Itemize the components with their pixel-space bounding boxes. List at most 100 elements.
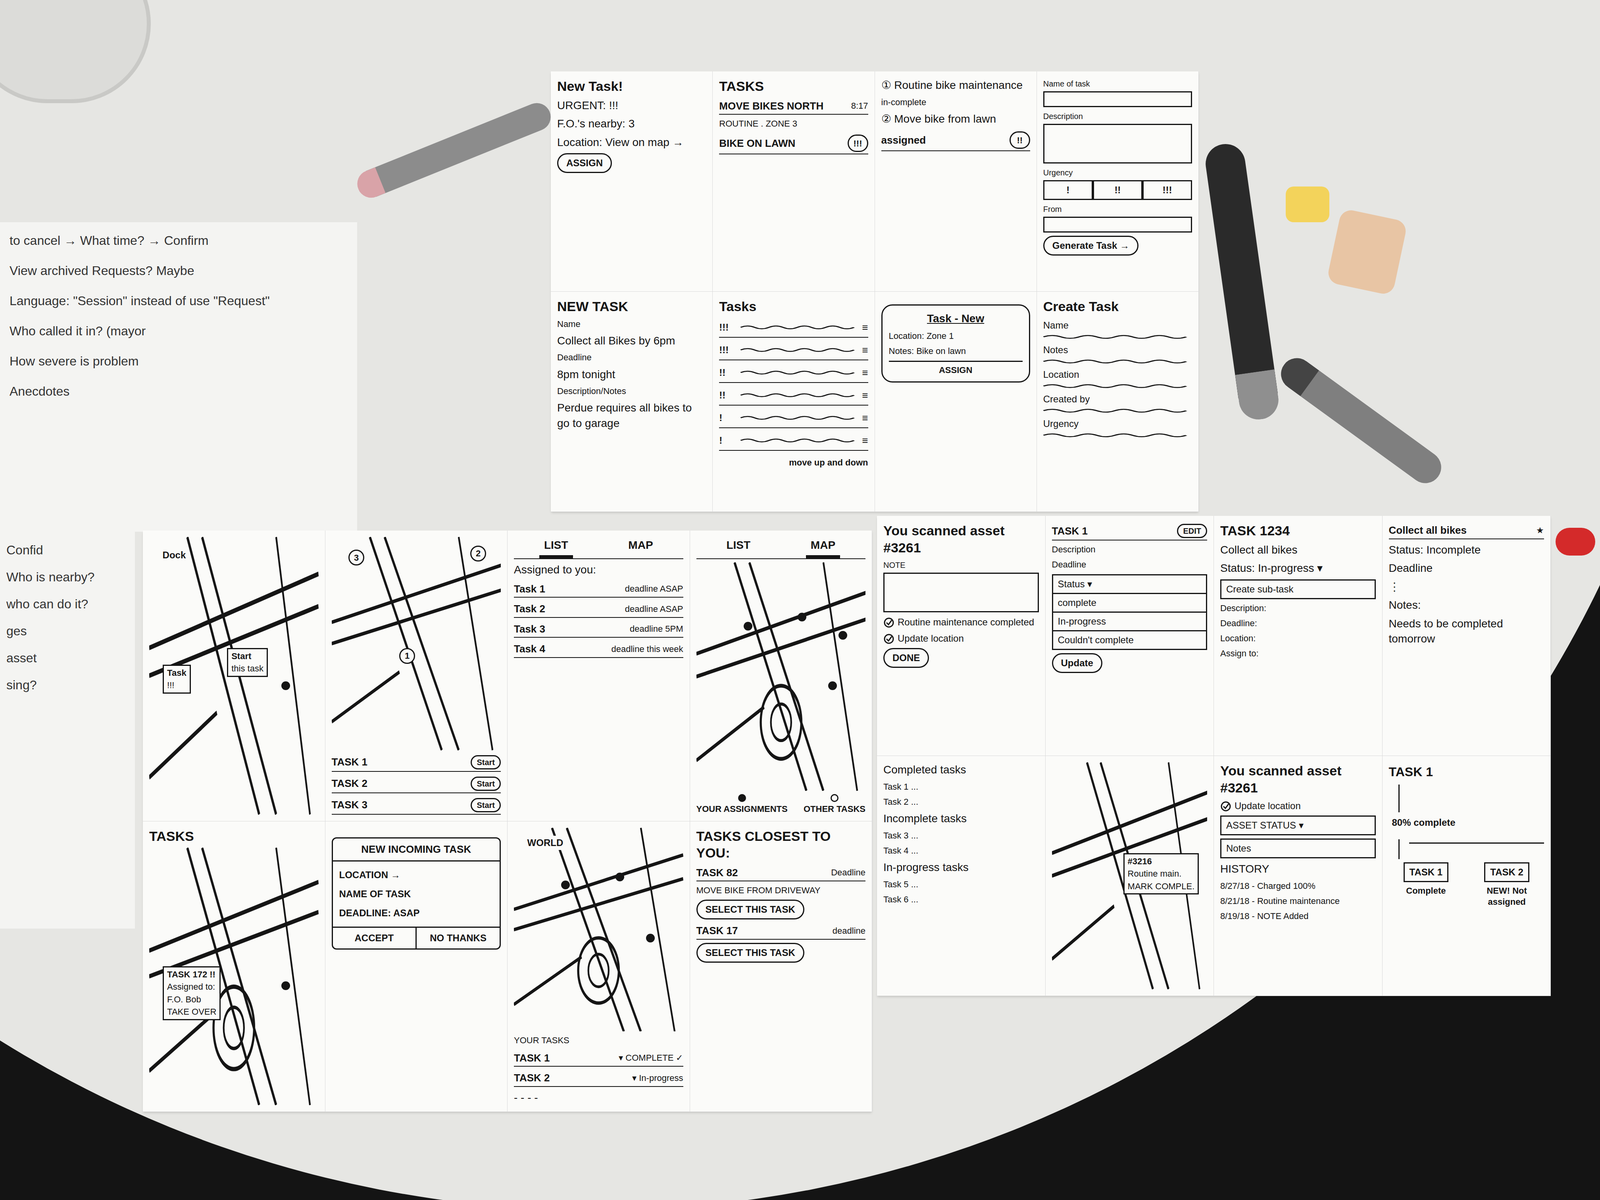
map-dot[interactable] [281,981,291,991]
list-row[interactable]: TASK 17deadline [696,922,866,940]
task-row[interactable]: !!≡ [719,363,868,383]
urgency-option[interactable]: ! [1043,180,1093,200]
tab[interactable]: MAP [623,536,658,559]
map[interactable]: 3 2 1 [331,536,502,751]
list-row[interactable]: TASK 2Start [331,775,502,794]
list-row[interactable]: Task 3deadline 5PM [513,621,684,639]
drag-handle[interactable]: ≡ [861,387,868,404]
form-line[interactable]: Location [1043,367,1193,389]
card-button[interactable]: ASSIGN [888,360,1023,377]
list-row[interactable]: TASK 1▾ COMPLETE ✓ [513,1050,684,1068]
task-row[interactable]: !≡ [719,431,868,451]
map-card[interactable]: Startthis task [226,648,268,677]
map-dot[interactable] [828,681,837,691]
map-dot[interactable] [797,612,807,622]
pill-button[interactable]: Start [470,798,501,813]
map-card[interactable]: #3216Routine main.MARK COMPLE. [1123,853,1200,895]
button[interactable]: SELECT THIS TASK [696,899,805,920]
button[interactable]: DONE [883,648,929,668]
list-row[interactable]: BIKE ON LAWN!!! [719,132,868,155]
checkbox-row[interactable]: Update location [1220,799,1376,813]
pill-button[interactable]: EDIT [1176,523,1208,539]
text-area[interactable]: Description [1043,110,1193,164]
dialog-button[interactable]: NO THANKS [415,927,500,949]
drag-handle[interactable]: ≡ [861,365,868,381]
map[interactable] [696,562,866,791]
map[interactable]: DockTask!!!Startthis task [149,536,319,815]
drag-handle[interactable]: ≡ [861,342,868,358]
task-card[interactable]: Task - NewLocation: Zone 1Notes: Bike on… [881,304,1031,383]
box-field[interactable]: Notes [1220,838,1376,859]
dropdown-option[interactable]: In-progress [1051,612,1208,632]
map-dot[interactable] [615,872,625,882]
button[interactable]: Update [1051,653,1103,674]
list-row[interactable]: TASK 82Deadline [696,864,866,882]
map-dot[interactable] [561,880,570,890]
field[interactable]: From [1043,203,1193,233]
list-row[interactable]: Task 4deadline this week [513,640,684,658]
area-box[interactable] [1043,123,1193,164]
subtask[interactable]: TASK 2NEW! Not assigned [1469,862,1545,908]
urgency-option[interactable]: !! [1092,180,1143,200]
dropdown-option[interactable]: Status ▾ [1051,574,1208,595]
field-box[interactable] [1043,216,1193,233]
map[interactable]: TASK 172 !!Assigned to:F.O. BobTAKE OVER [149,847,319,1106]
form-line[interactable]: Created by [1043,392,1193,414]
list-row[interactable]: Task 1deadline ASAP [513,580,684,599]
text-area[interactable]: NOTE [883,559,1039,613]
list-row[interactable]: assigned!! [881,129,1031,152]
list-row[interactable]: TASK 1EDIT [1051,522,1208,541]
map[interactable]: WORLD [513,827,684,1032]
map-card[interactable]: TASK 172 !!Assigned to:F.O. BobTAKE OVER [162,966,221,1021]
box-field[interactable]: Create sub-task [1220,579,1376,600]
tab[interactable]: LIST [539,536,574,559]
legend-item[interactable]: YOUR ASSIGNMENTS [696,794,788,815]
box-field[interactable]: ASSET STATUS ▾ [1220,815,1376,836]
map-pin[interactable]: 1 [399,648,416,664]
drag-handle[interactable]: ≡ [861,319,868,336]
incoming-dialog[interactable]: NEW INCOMING TASKLOCATION →NAME OF TASKD… [331,837,502,950]
drag-handle[interactable]: ≡ [861,432,868,449]
subtask-box[interactable]: TASK 1 [1403,862,1449,883]
map-pin[interactable]: 2 [470,545,487,562]
subtask[interactable]: TASK 1Complete [1388,862,1464,908]
map-dot[interactable] [743,621,753,631]
map-card[interactable]: Task!!! [162,664,191,694]
list-row[interactable]: Collect all bikes★ [1388,522,1545,540]
form-line[interactable]: Urgency [1043,416,1193,439]
map-dot[interactable] [281,681,291,691]
map[interactable]: #3216Routine main.MARK COMPLE. [1051,762,1208,990]
tab[interactable]: MAP [805,536,841,559]
dropdown-option[interactable]: complete [1051,594,1208,613]
dropdown-option[interactable]: Couldn't complete [1051,631,1208,650]
list-row[interactable]: TASK 1Start [331,753,502,772]
form-line[interactable]: Notes [1043,342,1193,365]
dialog-button[interactable]: ACCEPT [332,927,416,949]
checkbox-icon[interactable] [883,617,895,629]
field-box[interactable] [1043,91,1193,108]
legend-item[interactable]: OTHER TASKS [803,794,866,815]
task-row[interactable]: !!≡ [719,386,868,406]
field[interactable]: Name of task [1043,77,1193,108]
task-row[interactable]: !!!≡ [719,340,868,361]
map-dot[interactable] [646,933,655,943]
button[interactable]: SELECT THIS TASK [696,942,805,963]
checkbox-icon[interactable] [883,633,895,645]
checkbox-row[interactable]: Routine maintenance completed [883,615,1039,629]
button[interactable]: Generate Task → [1043,235,1139,256]
drag-handle[interactable]: ≡ [861,410,868,426]
map-pin[interactable]: 3 [348,549,365,566]
map-dot[interactable] [838,630,848,640]
task-row[interactable]: !≡ [719,408,868,429]
button[interactable]: ASSIGN [557,153,612,174]
status-dropdown[interactable]: Status ▾completeIn-progressCouldn't comp… [1051,574,1208,650]
pill-button[interactable]: Start [470,776,501,791]
urgency-option[interactable]: !!! [1142,180,1193,200]
checkbox-row[interactable]: Update location [883,631,1039,645]
list-row[interactable]: Task 2deadline ASAP [513,600,684,618]
list-row[interactable]: TASK 2▾ In-progress [513,1069,684,1087]
pill-button[interactable]: Start [470,755,501,770]
subtask-box[interactable]: TASK 2 [1484,862,1530,883]
area-box[interactable] [883,572,1039,613]
tab[interactable]: LIST [721,536,756,559]
